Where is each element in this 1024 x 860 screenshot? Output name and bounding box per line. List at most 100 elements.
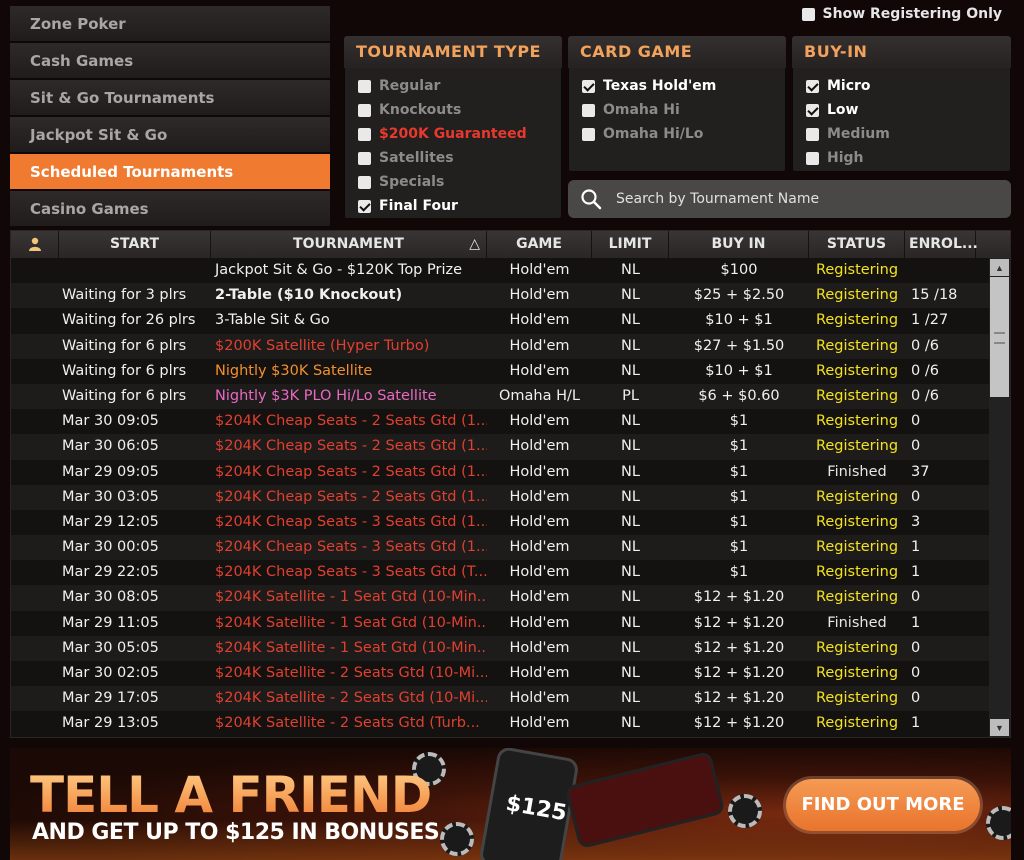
table-row[interactable]: Waiting for 3 plrs 2-Table ($10 Knockout)… — [11, 283, 991, 309]
search-icon[interactable] — [580, 188, 602, 210]
sidebar-item-scheduled-tournaments[interactable]: Scheduled Tournaments — [10, 154, 330, 190]
filter-satellites[interactable]: Satellites — [344, 146, 562, 170]
table-row[interactable]: Mar 30 06:05 $204K Cheap Seats - 2 Seats … — [11, 434, 991, 460]
row-player-cell — [11, 460, 59, 485]
row-player-cell — [11, 334, 59, 359]
sidebar-item-casino-games[interactable]: Casino Games — [10, 191, 330, 227]
row-tournament: $204K Satellite - 2 Seats Gtd (10-Mi... — [215, 690, 487, 707]
filter-label: Knockouts — [379, 102, 462, 118]
column-limit[interactable]: LIMIT — [592, 231, 669, 258]
row-buy-in: $1 — [729, 463, 749, 480]
row-game: Hold'em — [509, 690, 570, 707]
checkbox[interactable] — [582, 103, 595, 117]
filter-micro[interactable]: Micro — [792, 74, 1011, 98]
row-limit: NL — [621, 665, 640, 681]
filter-texas-holdem[interactable]: Texas Hold'em — [568, 74, 786, 98]
row-limit: NL — [621, 337, 640, 354]
card-game-title: CARD GAME — [568, 36, 786, 68]
table-row[interactable]: Waiting for 6 plrs Nightly $3K PLO Hi/Lo … — [11, 383, 991, 410]
filter-medium[interactable]: Medium — [792, 122, 1011, 146]
column-enrolled[interactable]: ENROL... — [905, 231, 978, 258]
filter-specials[interactable]: Specials — [344, 170, 562, 194]
player-column-header[interactable] — [11, 231, 59, 258]
row-game: Hold'em — [509, 639, 570, 656]
row-player-cell — [11, 535, 59, 560]
checkbox[interactable] — [582, 127, 595, 141]
filter-knockouts[interactable]: Knockouts — [344, 98, 562, 122]
row-status: Registering — [815, 387, 899, 404]
table-row[interactable]: Jackpot Sit & Go - $120K Top Prize Hold'e… — [11, 258, 991, 283]
show-registering-checkbox[interactable] — [801, 7, 815, 21]
table-row[interactable]: Mar 29 22:05 $204K Cheap Seats - 3 Seats … — [11, 560, 991, 585]
filter-omaha-hi[interactable]: Omaha Hi — [568, 98, 786, 122]
game-category-sidebar: Zone Poker Cash Games Sit & Go Tournamen… — [10, 6, 330, 228]
table-scrollbar[interactable]: ▲ ▼ — [989, 258, 1010, 737]
filter-high[interactable]: High — [792, 146, 1011, 170]
column-game[interactable]: GAME — [487, 231, 592, 258]
column-tournament[interactable]: TOURNAMENT △ — [211, 231, 487, 258]
checkbox[interactable] — [806, 127, 819, 141]
row-enrolled: 37 — [911, 463, 930, 480]
sidebar-item-sit-go[interactable]: Sit & Go Tournaments — [10, 80, 330, 116]
table-row[interactable]: Waiting for 6 plrs $200K Satellite (Hyper… — [11, 333, 991, 359]
table-row[interactable]: Mar 30 00:05 $204K Cheap Seats - 3 Seats … — [11, 535, 991, 561]
table-row[interactable]: Mar 29 09:05 $204K Cheap Seats - 2 Seats … — [11, 460, 991, 485]
row-tournament: $204K Cheap Seats - 2 Seats Gtd (1... — [215, 488, 487, 505]
table-row[interactable]: Waiting for 6 plrs Nightly $30K Satellite… — [11, 359, 991, 384]
checkbox[interactable] — [806, 79, 819, 93]
checkbox[interactable] — [806, 151, 819, 165]
checkbox[interactable] — [358, 175, 371, 189]
tournament-search-bar[interactable] — [568, 180, 1011, 218]
scrollbar-thumb[interactable] — [990, 277, 1009, 397]
row-buy-in: $10 + $1 — [705, 312, 773, 329]
find-out-more-button[interactable]: FIND OUT MORE — [786, 779, 980, 831]
table-row[interactable]: Mar 30 08:05 $204K Satellite - 1 Seat Gtd… — [11, 585, 991, 611]
table-row[interactable]: Mar 29 17:05 $204K Satellite - 2 Seats Gt… — [11, 686, 991, 712]
row-player-cell — [11, 661, 59, 686]
sidebar-item-cash-games[interactable]: Cash Games — [10, 43, 330, 79]
table-row[interactable]: Mar 30 02:05 $204K Satellite - 2 Seats Gt… — [11, 661, 991, 686]
show-registering-toggle[interactable]: Show Registering Only — [801, 6, 1002, 22]
scroll-up-arrow-icon[interactable]: ▲ — [990, 259, 1009, 276]
table-row[interactable]: Mar 30 09:05 $204K Cheap Seats - 2 Seats … — [11, 409, 991, 434]
column-status[interactable]: STATUS — [809, 231, 905, 258]
column-start[interactable]: START — [59, 231, 211, 258]
checkbox[interactable] — [358, 199, 371, 213]
table-row[interactable]: Mar 29 12:05 $204K Cheap Seats - 3 Seats … — [11, 510, 991, 535]
sidebar-item-jackpot-sit-go[interactable]: Jackpot Sit & Go — [10, 117, 330, 153]
row-start: Mar 29 22:05 — [62, 564, 159, 581]
checkbox[interactable] — [358, 151, 371, 165]
table-row[interactable]: Mar 30 05:05 $204K Satellite - 1 Seat Gtd… — [11, 635, 991, 661]
table-row[interactable]: Waiting for 26 plrs 3-Table Sit & Go Hold'… — [11, 308, 991, 333]
tell-a-friend-banner[interactable]: $125 TELL A FRIEND AND GET UP TO $125 IN… — [10, 748, 1011, 860]
table-row[interactable]: Mar 29 13:05 $204K Satellite - 2 Seats Gt… — [11, 711, 991, 736]
filter-200k-guaranteed[interactable]: $200K Guaranteed — [344, 122, 562, 146]
row-buy-in: $1 — [729, 488, 749, 505]
row-status: Registering — [815, 589, 899, 606]
filter-label: $200K Guaranteed — [379, 126, 527, 142]
row-player-cell — [11, 359, 59, 384]
filter-low[interactable]: Low — [792, 98, 1011, 122]
search-input[interactable] — [616, 191, 976, 207]
filter-regular[interactable]: Regular — [344, 74, 562, 98]
checkbox[interactable] — [358, 103, 371, 117]
row-player-cell — [11, 611, 59, 636]
checkbox[interactable] — [358, 127, 371, 141]
sidebar-item-zone-poker[interactable]: Zone Poker — [10, 6, 330, 42]
filter-omaha-hi-lo[interactable]: Omaha Hi/Lo — [568, 122, 786, 146]
filter-final-four[interactable]: Final Four — [344, 194, 562, 218]
checkbox[interactable] — [582, 79, 595, 93]
checkbox[interactable] — [806, 103, 819, 117]
column-buy-in[interactable]: BUY IN — [669, 231, 809, 258]
row-game: Hold'em — [509, 362, 570, 379]
row-limit: NL — [621, 564, 640, 581]
scroll-down-arrow-icon[interactable]: ▼ — [990, 719, 1009, 736]
table-row[interactable]: Mar 29 11:05 $204K Satellite - 1 Seat Gtd… — [11, 611, 991, 636]
row-limit: PL — [622, 387, 639, 404]
row-limit: NL — [621, 287, 640, 304]
checkbox[interactable] — [358, 79, 371, 93]
row-buy-in: $100 — [720, 262, 758, 278]
row-enrolled: 0 /6 — [911, 387, 939, 404]
table-row[interactable]: Mar 30 03:05 $204K Cheap Seats - 2 Seats … — [11, 484, 991, 510]
row-enrolled: 1 /27 — [911, 312, 949, 329]
